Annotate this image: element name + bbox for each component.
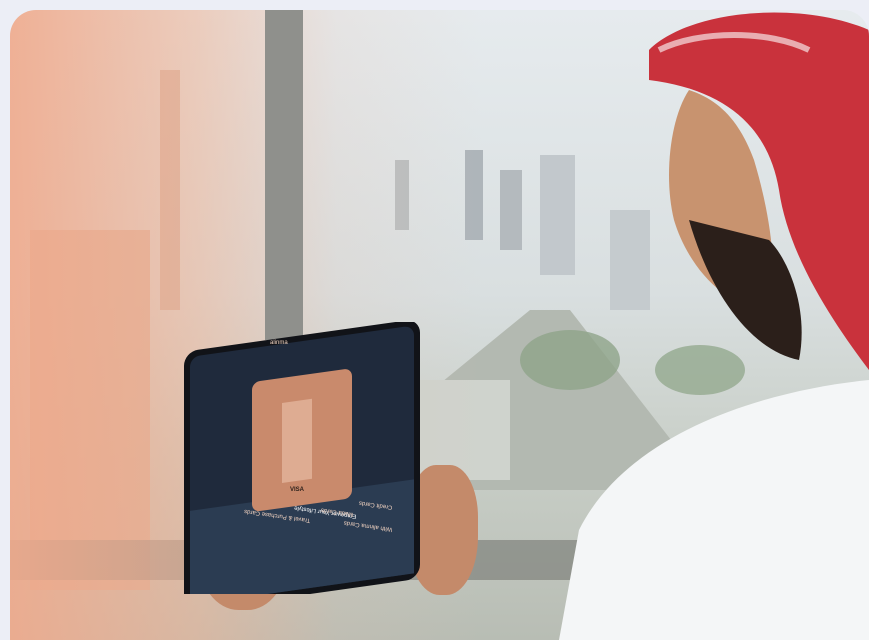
window-mullion: [265, 10, 303, 340]
tablet-device: [184, 322, 420, 594]
man-in-ghutra: [559, 12, 869, 640]
photo-frame: [10, 10, 869, 640]
tablet-brand-logo: alinma: [270, 340, 288, 346]
card-brand-label: VISA: [290, 487, 305, 493]
